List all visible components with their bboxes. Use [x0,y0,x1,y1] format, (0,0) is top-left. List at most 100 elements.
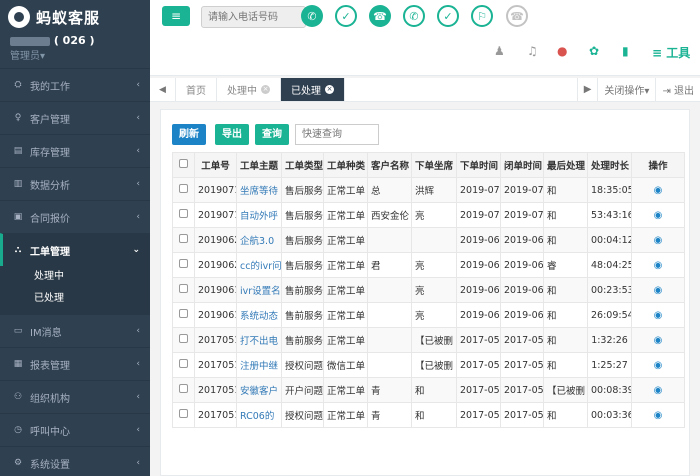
tab-processed[interactable]: 已处理 × [281,78,345,101]
hangup-icon[interactable]: ☎ [369,5,391,27]
select-all-checkbox[interactable] [172,152,195,178]
column-header[interactable]: 最后处理 [543,152,588,178]
column-header[interactable]: 工单主题 [236,152,282,178]
user-role[interactable]: 管理员▾ [10,47,140,62]
busy-icon[interactable]: ✓ [437,5,459,27]
row-checkbox[interactable] [172,377,195,403]
view-detail-button[interactable]: ◉ [631,277,685,303]
view-detail-button[interactable]: ◉ [631,252,685,278]
sidebar-subitem-1[interactable]: 已处理 [0,288,150,310]
view-detail-button[interactable]: ◉ [631,177,685,203]
table-cell[interactable]: cc的ivr问 [236,252,282,278]
view-detail-button[interactable]: ◉ [631,377,685,403]
close-icon[interactable]: × [261,85,270,94]
column-header[interactable]: 工单号 [194,152,237,178]
chat-icon[interactable]: ● [557,44,567,58]
sidebar-item-8[interactable]: ⚇ 组织机构 ‹ [0,380,150,413]
phone-disabled-icon[interactable]: ☎ [506,5,528,27]
microphone-icon[interactable]: ♟ [494,44,505,58]
close-operations-dropdown[interactable]: 关闭操作▾ [597,78,655,101]
dial-icon[interactable]: ✆ [301,5,323,27]
logout-button[interactable]: ⇥ 退出 [655,78,700,101]
tab-home[interactable]: 首页 [176,78,217,101]
table-row[interactable]: 2019061 ivr设置名 售前服务 正常工单亮 2019-06- 2019-06- 和 0… [172,277,685,303]
row-checkbox[interactable] [172,402,195,428]
phone-input[interactable] [201,6,306,28]
transfer-icon[interactable]: ⚐ [471,5,493,27]
table-row[interactable]: 2019061 系统动态 售前服务 正常工单亮 2019-06- 2019-06- 和 26:… [172,302,685,328]
sidebar-subitem-0[interactable]: 处理中 [0,266,150,288]
table-row[interactable]: 2019071 坐席等待 售后服务 正常工单总洪辉 2019-07- 2019-07- 和 1… [172,177,685,203]
table-cell[interactable]: 坐席等待 [236,177,282,203]
close-icon[interactable]: × [325,85,334,94]
table-cell[interactable]: 企航3.0 [236,227,282,253]
tools-menu[interactable]: ≡ 工具 [652,44,690,61]
table-row[interactable]: 2017051 注册中继 授权问题 微信工单 【已被删 2017-05- 2017-05- 和… [172,352,685,378]
row-checkbox[interactable] [172,227,195,253]
column-header[interactable]: 客户名称 [367,152,412,178]
row-checkbox[interactable] [172,302,195,328]
table-row[interactable]: 2019071 自动外呼 售后服务 正常工单 西安金伦亮 2019-07- 2019-07-… [172,202,685,228]
sidebar-item-1[interactable]: ♀ 客户管理 ‹ [0,101,150,134]
table-row[interactable]: 2019062 企航3.0 售后服务 正常工单 2019-06- 2019-06- 和 00:… [172,227,685,253]
view-detail-button[interactable]: ◉ [631,402,685,428]
tab-next-button[interactable]: ▶ [576,78,598,101]
view-detail-button[interactable]: ◉ [631,227,685,253]
query-button[interactable]: 查询 [255,124,289,145]
column-header[interactable]: 下单时间 [456,152,501,178]
view-detail-button[interactable]: ◉ [631,327,685,353]
ready-icon[interactable]: ✓ [335,5,357,27]
row-checkbox[interactable] [172,277,195,303]
sidebar-item-9[interactable]: ◷ 呼叫中心 ‹ [0,413,150,446]
row-checkbox[interactable] [172,352,195,378]
table-cell[interactable]: 自动外呼 [236,202,282,228]
table-row[interactable]: 2017051 打不出电 售前服务 正常工单 【已被删 2017-05- 2017-05- 和… [172,327,685,353]
sidebar-item-10[interactable]: ⚙ 系统设置 ‹ [0,446,150,476]
column-header[interactable]: 下单坐席 [411,152,457,178]
table-cell[interactable]: 安徽客户 [236,377,282,403]
table-cell: 正常工单 [323,327,368,353]
view-detail-button[interactable]: ◉ [631,302,685,328]
table-cell: 总 [367,177,412,203]
book-icon[interactable]: ▮ [622,44,629,58]
quick-search-input[interactable] [295,124,379,145]
table-cell[interactable]: ivr设置名 [236,277,282,303]
sidebar-item-6[interactable]: ▭ IM消息 ‹ [0,314,150,347]
sidebar-item-7[interactable]: ▦ 报表管理 ‹ [0,347,150,380]
row-checkbox[interactable] [172,327,195,353]
refresh-button[interactable]: 刷新 [172,124,206,145]
table-cell[interactable]: RC06的 [236,402,282,428]
sidebar-item-4[interactable]: ▣ 合同报价 ‹ [0,200,150,233]
row-checkbox[interactable] [172,202,195,228]
column-header[interactable]: 操作 [631,152,685,178]
table-cell[interactable]: 打不出电 [236,327,282,353]
export-button[interactable]: 导出 [215,124,249,145]
sidebar-item-5[interactable]: ⛬ 工单管理 ⌄ [0,233,150,266]
wechat-icon[interactable]: ✿ [589,44,599,58]
view-detail-button[interactable]: ◉ [631,202,685,228]
tab-prev-button[interactable]: ◀ [150,78,176,101]
table-cell[interactable]: 系统动态 [236,302,282,328]
user-info[interactable]: ( 026 ) 管理员▾ [0,34,150,68]
menu-toggle-button[interactable]: ≡ [162,6,190,26]
bell-icon[interactable]: ♫ [527,44,538,58]
sidebar-item-3[interactable]: ▥ 数据分析 ‹ [0,167,150,200]
sidebar-item-icon: ⛭ [14,80,22,90]
answer-icon[interactable]: ✆ [403,5,425,27]
sidebar-item-2[interactable]: ▤ 库存管理 ‹ [0,134,150,167]
column-header[interactable]: 处理时长 [587,152,632,178]
table-cell: 2017-05- [456,327,501,353]
row-checkbox[interactable] [172,177,195,203]
column-header[interactable]: 工单种类 [323,152,368,178]
column-header[interactable]: 闭单时间 [500,152,544,178]
table-row[interactable]: 2017051 安徽客户 开户问题 正常工单青和 2017-05- 2017-05- 【已被… [172,377,685,403]
sidebar-item-icon: ◷ [14,425,22,435]
column-header[interactable]: 工单类型 [281,152,324,178]
row-checkbox[interactable] [172,252,195,278]
table-row[interactable]: 2017051 RC06的 授权问题 正常工单青和 2017-05- 2017-05- 和 0… [172,402,685,428]
table-cell[interactable]: 注册中继 [236,352,282,378]
tab-processing[interactable]: 处理中 × [217,78,281,101]
sidebar-item-0[interactable]: ⛭ 我的工作 ‹ [0,68,150,101]
table-row[interactable]: 2019062 cc的ivr问 售后服务 正常工单君亮 2019-06- 2019-06-… [172,252,685,278]
view-detail-button[interactable]: ◉ [631,352,685,378]
